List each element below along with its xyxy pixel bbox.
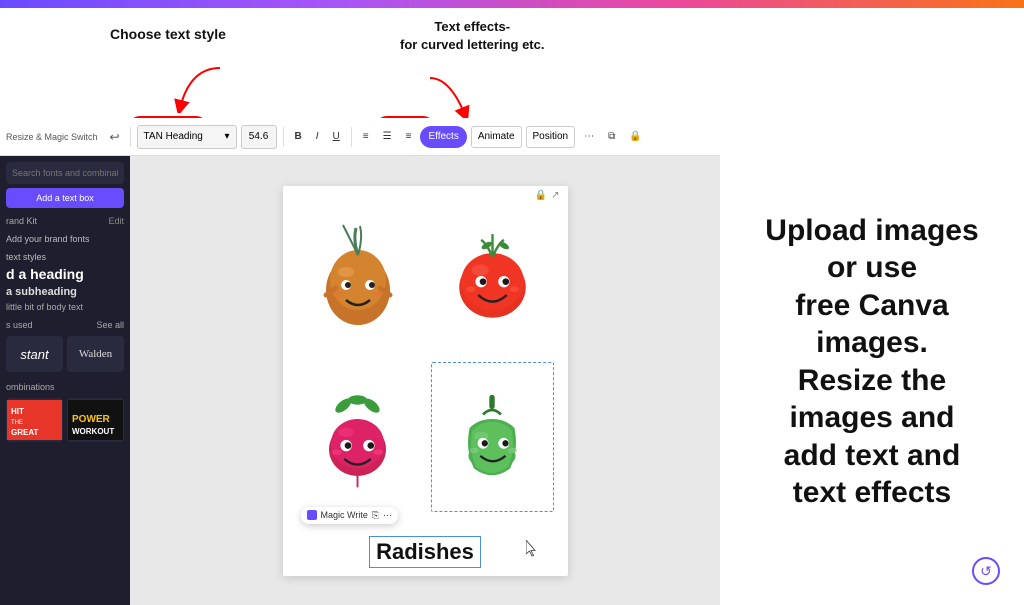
magic-write-copy-icon: ⎘: [372, 510, 379, 521]
sidebar-search-input[interactable]: [6, 162, 124, 184]
heading-preview[interactable]: d a heading: [6, 266, 124, 282]
onion-cell: [293, 196, 424, 354]
subheading-preview[interactable]: a subheading: [6, 286, 124, 298]
combo-card-1[interactable]: HIT THE GREAT: [6, 398, 63, 442]
font-row: stant Walden: [6, 336, 124, 372]
lock-button[interactable]: 🔒: [624, 125, 646, 149]
main-area: Add a text box rand Kit Edit Add your br…: [0, 156, 720, 605]
tomato-image: [445, 220, 540, 330]
combo-card-2[interactable]: POWER WORKOUT: [67, 398, 124, 442]
add-text-box-button[interactable]: Add a text box: [6, 188, 124, 208]
pepper-image: [447, 382, 537, 492]
toolbar: Resize & Magic Switch ↩ TAN Heading ▾ 54…: [0, 118, 720, 156]
magic-write-toolbar[interactable]: Magic Write ⎘ ⋯: [301, 507, 399, 524]
radishes-text-box[interactable]: Radishes: [293, 536, 558, 568]
magic-write-icon: [307, 510, 317, 520]
radish-image: [310, 382, 405, 492]
body-text-preview[interactable]: little bit of body text: [6, 302, 124, 312]
magic-write-more-icon: ⋯: [383, 510, 392, 521]
svg-text:THE: THE: [11, 420, 23, 426]
canvas-area[interactable]: 🔒 ↗: [130, 156, 720, 605]
undo-button[interactable]: ↩: [106, 128, 124, 146]
pepper-cell: [427, 358, 558, 516]
align-left-button[interactable]: ≡: [358, 125, 374, 149]
right-annotation-text: Upload images or use free Canva images. …: [765, 212, 978, 512]
tomato-cell: [427, 196, 558, 354]
sidebar: Add a text box rand Kit Edit Add your br…: [0, 156, 130, 605]
combinations-label: ombinations: [6, 382, 124, 392]
lock-icon: 🔒: [535, 190, 547, 201]
svg-text:POWER: POWER: [72, 414, 111, 425]
recently-used-header: s used See all: [6, 320, 124, 330]
canvas-document: 🔒 ↗: [283, 186, 568, 576]
animate-button[interactable]: Animate: [471, 126, 522, 148]
resize-icon-button[interactable]: ↺: [972, 557, 1000, 585]
canvas-doc-icons: 🔒 ↗: [535, 190, 560, 201]
underline-button[interactable]: U: [328, 125, 345, 149]
position-button[interactable]: Position: [526, 126, 576, 148]
veg-grid: [283, 186, 568, 516]
align-center-button[interactable]: ☰: [378, 125, 397, 149]
font-size-input[interactable]: 54.6: [241, 125, 277, 149]
font-card-walden[interactable]: Walden: [67, 336, 124, 372]
svg-text:WORKOUT: WORKOUT: [72, 427, 114, 436]
font-selector[interactable]: TAN Heading ▾: [137, 125, 237, 149]
top-gradient-bar: [0, 0, 1024, 8]
magic-write-label: Magic Write: [321, 510, 368, 520]
onion-image: [308, 220, 408, 330]
svg-text:GREAT: GREAT: [11, 428, 39, 437]
align-right-button[interactable]: ≡: [401, 125, 417, 149]
effects-button[interactable]: Effects: [420, 126, 466, 148]
radishes-text: Radishes: [376, 539, 474, 564]
filter-button[interactable]: ⧉: [603, 125, 620, 149]
more-options-button[interactable]: ⋯: [579, 125, 599, 149]
add-brand-fonts-label: Add your brand fonts: [6, 234, 124, 244]
annotation-text-effects: Text effects- for curved lettering etc.: [400, 18, 544, 54]
arrow-left-icon: [170, 63, 230, 113]
radish-cell: [293, 358, 424, 516]
right-annotation-panel: Upload images or use free Canva images. …: [720, 118, 1024, 605]
arrow-right-icon: [420, 73, 480, 123]
bold-button[interactable]: B: [290, 125, 307, 149]
annotation-choose-text-style: Choose text style: [110, 26, 226, 42]
font-card-instant[interactable]: stant: [6, 336, 63, 372]
annotation-area: Choose text style Text effects- for curv…: [0, 8, 720, 118]
combo-row: HIT THE GREAT POWER WORKOUT: [6, 398, 124, 442]
text-styles-label: text styles: [6, 252, 124, 262]
toolbar-sep-1: [130, 127, 131, 147]
toolbar-sep-3: [351, 127, 352, 147]
canva-ui: Resize & Magic Switch ↩ TAN Heading ▾ 54…: [0, 118, 720, 605]
toolbar-sep-2: [283, 127, 284, 147]
italic-button[interactable]: I: [311, 125, 324, 149]
brand-kit-header: rand Kit Edit: [6, 216, 124, 226]
share-icon: ↗: [551, 190, 559, 201]
svg-text:HIT: HIT: [11, 407, 24, 416]
brand-label: Resize & Magic Switch: [6, 132, 98, 142]
